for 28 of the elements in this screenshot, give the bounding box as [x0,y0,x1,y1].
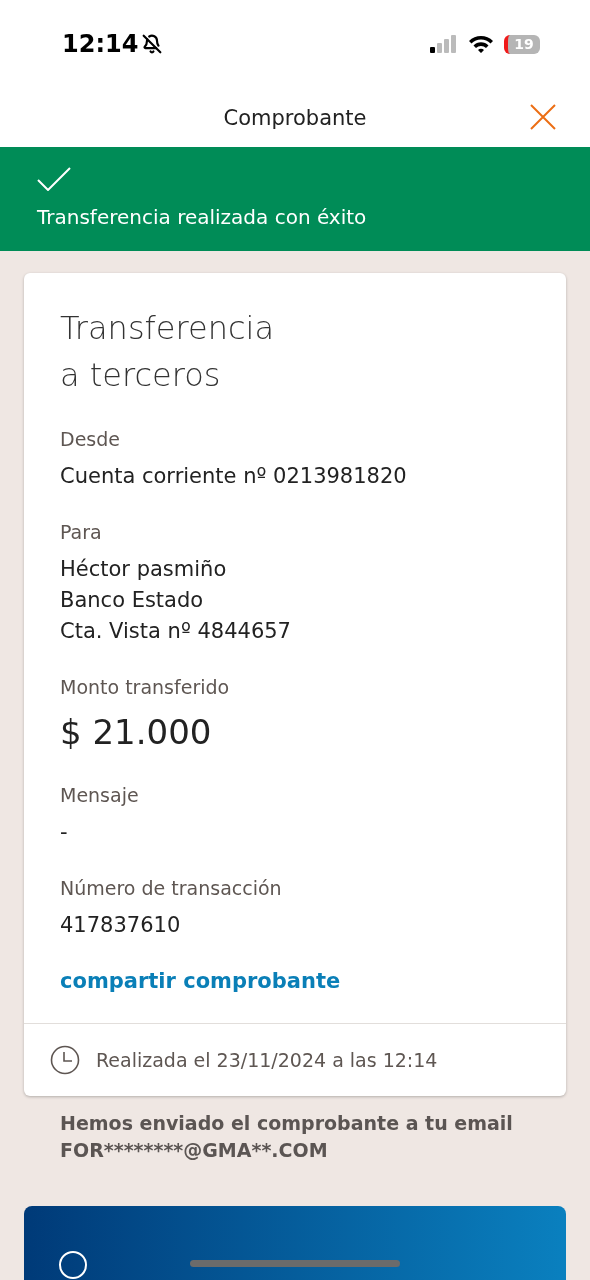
field-value: Banco Estado [60,587,204,614]
check-icon [37,167,71,191]
field-label: Número de transacción [60,876,283,901]
field-value: Cta. Vista nº 4844657 [60,618,291,645]
close-icon[interactable] [530,104,556,130]
header-title: Comprobante [223,105,367,130]
signal-icon [430,35,458,53]
field-value: 417837610 [60,912,181,939]
field-value: Héctor pasmiño [60,556,227,583]
wifi-icon [468,34,494,54]
field-value: Cuenta corriente nº 0213981820 [60,463,407,490]
field-label: Para [60,520,103,545]
circle-icon [58,1250,88,1280]
field-label: Desde [60,427,121,452]
success-message: Transferencia realizada con éxito [37,205,368,229]
bell-off-icon [142,34,163,54]
amount-value: $ 21.000 [60,711,212,754]
receipt-title: Transferencia a terceros [60,308,276,396]
field-label: Mensaje [60,783,140,808]
clock-icon [50,1045,80,1075]
timestamp-text: Realizada el 23/11/2024 a las 12:14 [96,1049,438,1071]
email-notice: Hemos enviado el comprobante a tu email [60,1111,513,1136]
field-label: Monto transferido [60,675,231,700]
email-notice: FOR********@GMA**.COM [60,1138,328,1163]
battery-indicator: 19 [504,34,540,54]
share-link[interactable]: compartir comprobante [60,969,341,993]
field-value: - [60,819,68,846]
status-time: 12:14 [62,30,139,58]
